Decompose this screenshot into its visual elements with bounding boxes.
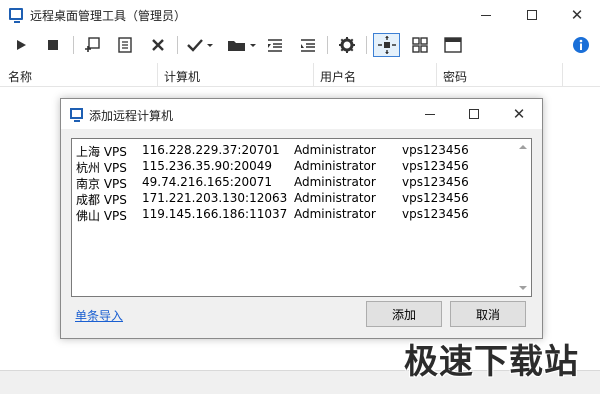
entry-name: 上海 VPS	[76, 145, 127, 159]
column-divider[interactable]	[313, 63, 314, 87]
column-header-password[interactable]: 密码	[443, 68, 467, 85]
entry-name: 成都 VPS	[76, 193, 127, 207]
column-divider[interactable]	[157, 63, 158, 87]
toolbar	[0, 30, 600, 60]
maximize-button[interactable]	[509, 0, 555, 30]
stop-icon	[48, 40, 58, 50]
delete-icon	[152, 39, 164, 51]
indent-up-icon	[268, 39, 282, 52]
entry-address: 171.221.203.130:12063	[142, 191, 288, 205]
column-divider[interactable]	[436, 63, 437, 87]
entry-name: 杭州 VPS	[76, 161, 127, 175]
window-icon	[444, 37, 462, 53]
scroll-down-arrow-icon[interactable]	[519, 286, 527, 290]
folder-dropdown-icon	[228, 41, 256, 51]
add-computer-button[interactable]	[81, 33, 103, 57]
minimize-icon	[481, 14, 491, 16]
play-button[interactable]	[10, 33, 32, 57]
column-header-computer[interactable]: 计算机	[164, 68, 200, 85]
entry-password: vps123456	[402, 143, 469, 157]
maximize-icon	[469, 109, 479, 119]
column-header-username[interactable]: 用户名	[320, 68, 356, 85]
entry-address: 49.74.216.165:20071	[142, 175, 273, 189]
dialog-minimize-button[interactable]	[408, 99, 452, 129]
settings-button[interactable]	[336, 33, 358, 57]
column-header-name[interactable]: 名称	[8, 68, 32, 85]
entry-password: vps123456	[402, 207, 469, 221]
move-up-button[interactable]	[264, 33, 286, 57]
edit-button[interactable]	[114, 33, 136, 57]
maximize-icon	[527, 10, 537, 20]
entry-address: 116.228.229.37:20701	[142, 143, 280, 157]
dialog-title: 添加远程计算机	[89, 109, 174, 123]
window-title: 远程桌面管理工具（管理员）	[30, 9, 187, 23]
check-dropdown-icon	[187, 39, 213, 52]
play-icon	[17, 40, 26, 50]
entry-username: Administrator	[294, 175, 376, 189]
watermark: 极速下载站	[404, 342, 579, 382]
info-icon	[573, 37, 589, 53]
entry-username: Administrator	[294, 159, 376, 173]
edit-document-icon	[118, 37, 132, 53]
entry-name: 南京 VPS	[76, 177, 127, 191]
dialog-title-bar: 添加远程计算机 ✕	[61, 99, 542, 129]
title-bar: 远程桌面管理工具（管理员） ✕	[0, 0, 600, 30]
entry-username: Administrator	[294, 143, 376, 157]
folder-dropdown-button[interactable]	[225, 33, 259, 57]
add-button[interactable]: 添加	[366, 301, 442, 327]
dialog-maximize-button[interactable]	[452, 99, 496, 129]
computer-list-header: 名称 计算机 用户名 密码	[0, 63, 600, 87]
entry-username: Administrator	[294, 191, 376, 205]
add-computer-icon	[85, 37, 100, 52]
entry-password: vps123456	[402, 175, 469, 189]
entry-username: Administrator	[294, 207, 376, 221]
column-divider[interactable]	[562, 63, 563, 87]
toolbar-divider	[177, 36, 178, 54]
grid-view-button[interactable]	[409, 33, 431, 57]
toolbar-divider	[366, 36, 367, 54]
delete-button[interactable]	[147, 33, 169, 57]
vertical-scrollbar[interactable]	[515, 139, 531, 296]
entry-password: vps123456	[402, 159, 469, 173]
fit-screen-button[interactable]	[373, 33, 400, 57]
close-button[interactable]: ✕	[554, 0, 600, 30]
entry-password: vps123456	[402, 191, 469, 205]
add-remote-computer-dialog: 添加远程计算机 ✕ 上海 VPS 116.228.229.37:20701 Ad…	[60, 98, 543, 339]
indent-down-icon	[301, 39, 315, 52]
window-view-button[interactable]	[442, 33, 464, 57]
minimize-icon	[425, 113, 435, 115]
computer-entries-textarea[interactable]: 上海 VPS 116.228.229.37:20701 Administrato…	[71, 138, 532, 297]
toolbar-divider	[73, 36, 74, 54]
check-dropdown-button[interactable]	[184, 33, 216, 57]
single-import-link[interactable]: 单条导入	[75, 307, 123, 324]
gear-icon	[339, 37, 355, 53]
app-monitor-icon	[9, 8, 23, 23]
entry-address: 115.236.35.90:20049	[142, 159, 273, 173]
close-icon: ✕	[512, 105, 526, 123]
cancel-button[interactable]: 取消	[450, 301, 526, 327]
dialog-close-button[interactable]: ✕	[497, 99, 541, 129]
toolbar-divider	[327, 36, 328, 54]
info-button[interactable]	[570, 33, 592, 57]
dialog-monitor-icon	[70, 108, 83, 122]
scroll-up-arrow-icon[interactable]	[519, 145, 527, 149]
grid-view-icon	[412, 37, 428, 53]
entry-name: 佛山 VPS	[76, 209, 127, 223]
fit-screen-icon	[377, 36, 396, 54]
entry-address: 119.145.166.186:11037	[142, 207, 288, 221]
minimize-button[interactable]	[463, 0, 509, 30]
move-down-button[interactable]	[297, 33, 319, 57]
close-icon: ✕	[570, 6, 584, 24]
stop-button[interactable]	[42, 33, 64, 57]
